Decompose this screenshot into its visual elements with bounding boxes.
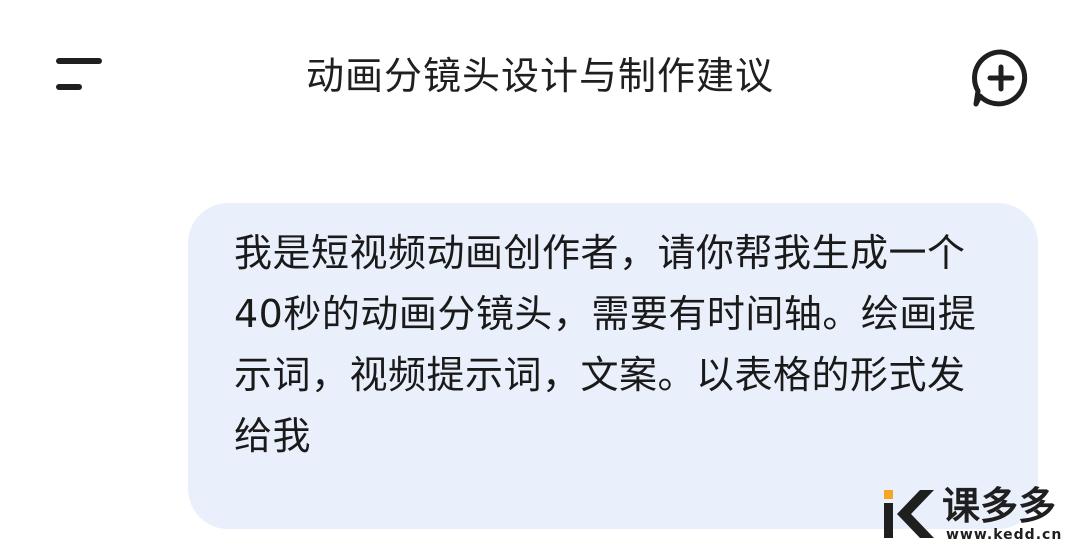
- watermark: 课多多 www.kedd.cn: [880, 484, 1078, 544]
- user-message-bubble: 我是短视频动画创作者，请你帮我生成一个40秒的动画分镜头，需要有时间轴。绘画提示…: [188, 203, 1038, 529]
- kedd-logo-icon: [880, 484, 940, 544]
- watermark-url: www.kedd.cn: [946, 527, 1063, 543]
- menu-button[interactable]: [46, 50, 110, 102]
- new-chat-icon: [966, 44, 1036, 110]
- chat-screen: 动画分镜头设计与制作建议 我是短视频动画创作者，请你帮我生成一个40秒的动画分镜…: [0, 0, 1080, 545]
- user-message-text: 我是短视频动画创作者，请你帮我生成一个40秒的动画分镜头，需要有时间轴。绘画提示…: [234, 231, 977, 458]
- conversation-title: 动画分镜头设计与制作建议: [305, 54, 774, 98]
- watermark-name: 课多多: [942, 484, 1057, 528]
- top-bar: 动画分镜头设计与制作建议: [0, 0, 1080, 150]
- new-chat-button[interactable]: [966, 44, 1036, 110]
